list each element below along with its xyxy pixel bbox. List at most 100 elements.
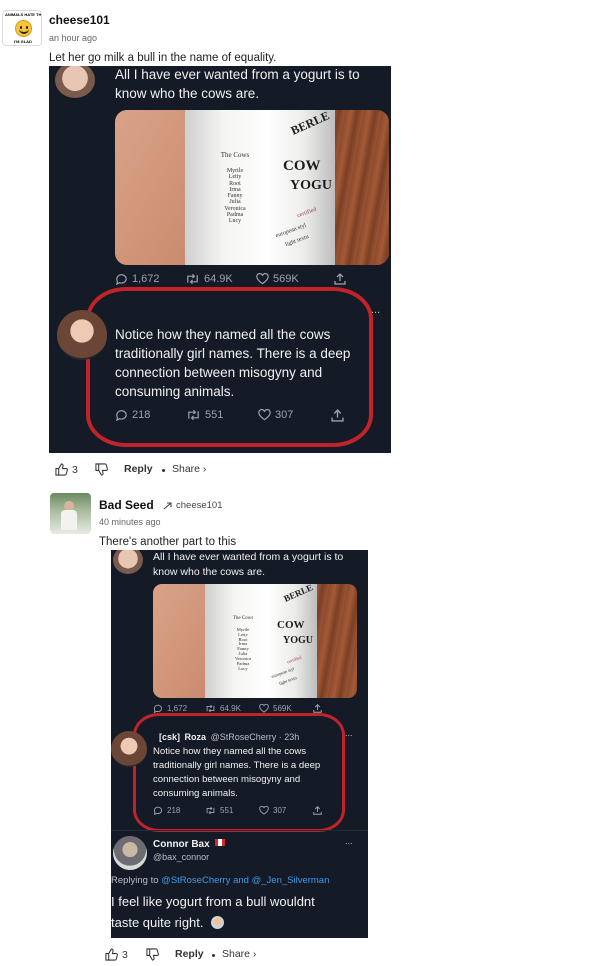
retweet-count-value: 64.9K: [220, 704, 241, 713]
reply-icon: [153, 806, 162, 815]
reply-target: cheese101: [176, 500, 223, 511]
tweet-text-line: know who the cows are.: [115, 86, 260, 101]
like-count[interactable]: 307: [259, 806, 286, 815]
share-button[interactable]: Share ›: [172, 463, 206, 475]
retweet-count[interactable]: 64.9K: [185, 273, 233, 285]
author-row: [csk] Roza @StRoseCherry · 23h: [159, 732, 299, 742]
retweet-icon: [206, 704, 215, 713]
share-button[interactable]: Share ›: [222, 948, 256, 960]
avatar[interactable]: ANIMALS HATE THE I'M GLAD: [2, 10, 42, 46]
avatar-badge-top: ANIMALS HATE THE: [5, 12, 41, 17]
like-count[interactable]: 569K: [259, 704, 292, 713]
retweet-count[interactable]: 551: [205, 806, 233, 815]
dislike-button[interactable]: [146, 948, 159, 961]
reply-button[interactable]: Reply: [124, 463, 153, 475]
reply-count[interactable]: 218: [153, 806, 180, 815]
tweet-text-line: Notice how they named all the cows: [153, 746, 307, 757]
tweet-text-line: connection between misogyny and: [153, 774, 301, 785]
like-count-value: 569K: [273, 273, 299, 285]
author-handle[interactable]: @bax_connor: [153, 852, 209, 862]
tweet-author-avatar: [113, 836, 147, 870]
reply-icon: [153, 704, 162, 713]
brand-mid: COW: [277, 619, 305, 631]
author-name[interactable]: Roza: [185, 732, 207, 742]
tweet-screenshot[interactable]: All I have ever wanted from a yogurt is …: [111, 550, 368, 938]
share-icon[interactable]: [313, 704, 322, 713]
tweet-text-line: traditionally girl names. There is a dee…: [153, 760, 321, 771]
retweet-icon: [187, 273, 198, 285]
thumbs-down-icon: [95, 463, 108, 476]
cows-heading: The Cows: [220, 151, 250, 159]
reply-count[interactable]: 218: [115, 409, 150, 421]
yogurt-photo: The Cows Myrtle Letty Root Irma Fanny Julia Ve…: [153, 584, 357, 698]
comment-text: Let her go milk a bull in the name of eq…: [49, 52, 277, 64]
tweet-text-line: consuming animals.: [115, 384, 235, 399]
tweet-text-line: All I have ever wanted from a yogurt is …: [153, 551, 344, 563]
retweet-count-value: 551: [220, 806, 234, 815]
like-button[interactable]: 3: [105, 948, 128, 961]
reply-to-indicator[interactable]: cheese101: [163, 500, 222, 511]
cows-heading: The Cows: [232, 616, 254, 621]
reply-icon: [115, 274, 127, 285]
separator-dot: [162, 469, 165, 472]
tweet-author-avatar: [111, 731, 147, 767]
dislike-button[interactable]: [95, 463, 108, 476]
author-handle[interactable]: @StRoseCherry · 23h: [211, 732, 300, 742]
cow-name-list: Myrtle Letty Root Irma Fanny Julia Veronica Pad…: [215, 168, 255, 225]
tweet-author-avatar: [57, 310, 107, 360]
share-icon[interactable]: [334, 273, 346, 285]
like-count[interactable]: 307: [258, 409, 293, 421]
like-count-value: 307: [273, 806, 287, 815]
heart-icon: [259, 704, 269, 713]
author-name[interactable]: Connor Bax: [153, 839, 226, 850]
reply-count-value: 218: [167, 806, 181, 815]
reply-count[interactable]: 1,672: [153, 704, 187, 713]
more-options-icon[interactable]: ...: [345, 728, 353, 738]
reply-count-value: 218: [132, 409, 151, 421]
heart-icon: [256, 273, 269, 285]
thumbs-down-icon: [146, 948, 159, 961]
heart-icon: [259, 806, 269, 815]
like-count: 3: [122, 948, 128, 961]
brand-low: YOGU: [290, 178, 332, 193]
comment-timestamp: 40 minutes ago: [99, 517, 161, 527]
reply-count[interactable]: 1,672: [115, 273, 160, 285]
retweet-count[interactable]: 551: [186, 409, 223, 421]
heart-icon: [258, 409, 271, 421]
tweet-text-line: taste quite right.: [111, 915, 225, 930]
like-count[interactable]: 569K: [256, 273, 299, 285]
replying-targets[interactable]: @StRoseCherry and @_Jen_Silverman: [161, 875, 329, 886]
thumbs-up-icon: [55, 463, 68, 476]
tweet-text-content: taste quite right.: [111, 915, 204, 930]
tweet-avatar: [55, 66, 95, 98]
avatar-badge-bottom: I'M GLAD: [14, 39, 32, 44]
like-button[interactable]: 3: [55, 463, 78, 476]
comment-username[interactable]: cheese101: [49, 13, 110, 27]
retweet-count[interactable]: 64.9K: [205, 704, 241, 713]
author-name-text: Connor Bax: [153, 839, 210, 850]
tweet-text-line: consuming animals.: [153, 788, 238, 799]
comment-username[interactable]: Bad Seed: [99, 498, 154, 512]
like-count-value: 307: [275, 409, 294, 421]
brand-low: YOGU: [283, 635, 313, 646]
thumbs-up-icon: [105, 948, 118, 961]
share-icon[interactable]: [313, 806, 322, 815]
reply-count-value: 1,672: [167, 704, 188, 713]
retweet-count-value: 551: [205, 409, 224, 421]
brand-mid: COW: [283, 158, 321, 174]
retweet-icon: [206, 806, 215, 815]
share-icon[interactable]: [331, 409, 344, 422]
separator-dot: [212, 954, 215, 957]
smiley-icon: [15, 20, 32, 37]
reply-count-value: 1,672: [132, 273, 160, 285]
more-options-icon[interactable]: ...: [371, 304, 380, 316]
replying-prefix: Replying to: [111, 875, 159, 886]
divider: [111, 830, 368, 831]
tweet-text-line: know who the cows are.: [153, 566, 266, 578]
tweet-screenshot[interactable]: All I have ever wanted from a yogurt is …: [49, 66, 391, 453]
like-count: 3: [72, 463, 78, 476]
avatar[interactable]: [50, 493, 91, 534]
reply-button[interactable]: Reply: [175, 948, 204, 960]
comment-timestamp: an hour ago: [49, 33, 98, 43]
more-options-icon[interactable]: ...: [345, 836, 353, 846]
